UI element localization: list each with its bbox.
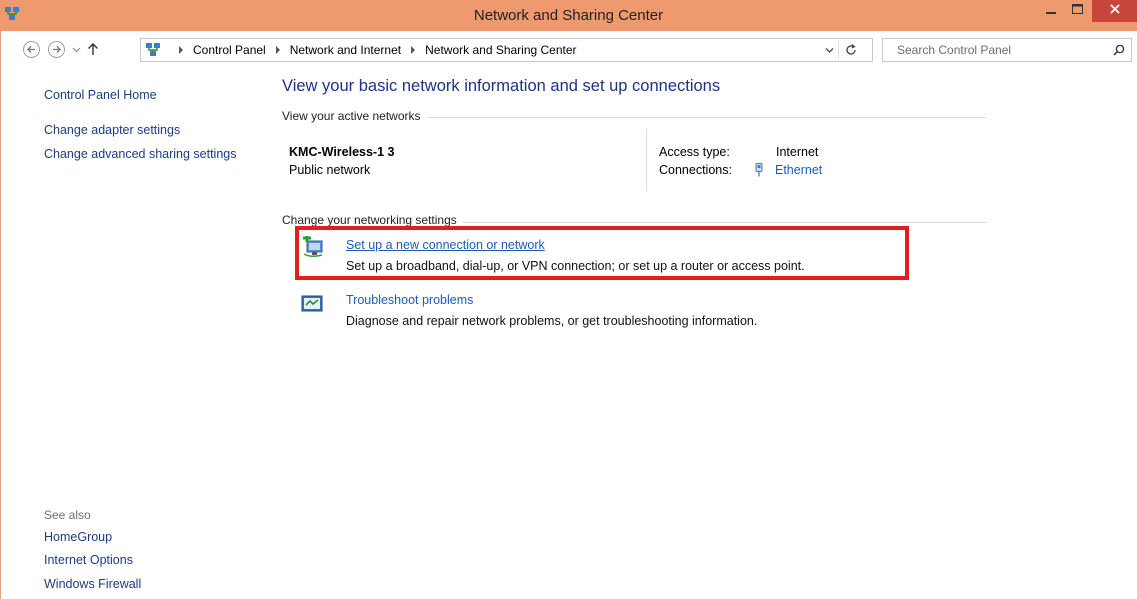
breadcrumb-separator-icon[interactable] — [410, 46, 416, 54]
search-icon[interactable] — [1113, 44, 1125, 56]
breadcrumb-separator-icon[interactable] — [275, 46, 281, 54]
page-title: View your basic network information and … — [282, 77, 721, 95]
search-placeholder: Search Control Panel — [897, 43, 1012, 57]
breadcrumb-separator-icon[interactable] — [178, 46, 184, 54]
breadcrumb[interactable]: Control Panel Network and Internet Netwo… — [140, 38, 873, 62]
address-divider — [838, 41, 839, 59]
minimize-icon — [1046, 12, 1056, 14]
up-arrow-icon[interactable] — [87, 42, 99, 56]
windows-firewall-link[interactable]: Windows Firewall — [44, 577, 141, 591]
access-type-label: Access type: — [659, 145, 730, 159]
access-type-value: Internet — [776, 145, 819, 159]
breadcrumb-item-control-panel[interactable]: Control Panel — [193, 43, 266, 57]
maximize-icon — [1071, 4, 1083, 14]
troubleshoot-problems-link[interactable]: Troubleshoot problems — [346, 293, 473, 307]
active-networks-label: View your active networks — [282, 109, 427, 123]
network-name: KMC-Wireless-1 3 — [289, 145, 395, 159]
breadcrumb-item-network-and-internet[interactable]: Network and Internet — [290, 43, 401, 57]
connections-label: Connections: — [659, 163, 732, 177]
address-dropdown-chevron-icon[interactable] — [825, 47, 834, 54]
window-title: Network and Sharing Center — [473, 7, 664, 24]
minimize-button[interactable] — [1038, 0, 1064, 22]
ethernet-icon — [755, 163, 763, 177]
change-settings-label: Change your networking settings — [282, 213, 463, 227]
see-also-label: See also — [44, 508, 91, 522]
network-category: Public network — [289, 163, 371, 177]
control-panel-network-icon — [146, 43, 160, 56]
internet-options-link[interactable]: Internet Options — [44, 553, 133, 567]
highlight-annotation-box — [295, 226, 909, 280]
homegroup-link[interactable]: HomeGroup — [44, 530, 112, 544]
navigation-bar: Control Panel Network and Internet Netwo… — [0, 31, 1137, 69]
left-pane: Control Panel Home Change adapter settin… — [0, 69, 270, 599]
back-arrow-icon — [27, 46, 35, 53]
network-details-divider — [646, 129, 647, 191]
close-icon — [1109, 4, 1120, 14]
troubleshoot-icon — [301, 295, 323, 312]
back-button[interactable] — [23, 41, 40, 58]
refresh-icon[interactable] — [845, 44, 857, 56]
forward-arrow-icon — [53, 46, 61, 53]
recent-locations-chevron-icon[interactable] — [72, 45, 81, 54]
troubleshoot-problems-description: Diagnose and repair network problems, or… — [346, 314, 758, 328]
search-input[interactable]: Search Control Panel — [882, 38, 1132, 62]
breadcrumb-item-network-and-sharing-center[interactable]: Network and Sharing Center — [425, 43, 576, 57]
ethernet-connection-link[interactable]: Ethernet — [775, 163, 822, 177]
title-bar: Network and Sharing Center — [0, 0, 1137, 31]
change-adapter-settings-link[interactable]: Change adapter settings — [44, 123, 180, 137]
change-advanced-sharing-settings-link[interactable]: Change advanced sharing settings — [44, 147, 244, 161]
close-button[interactable] — [1092, 0, 1137, 22]
maximize-button[interactable] — [1064, 0, 1090, 22]
control-panel-home-link[interactable]: Control Panel Home — [44, 88, 157, 102]
forward-button[interactable] — [48, 41, 65, 58]
